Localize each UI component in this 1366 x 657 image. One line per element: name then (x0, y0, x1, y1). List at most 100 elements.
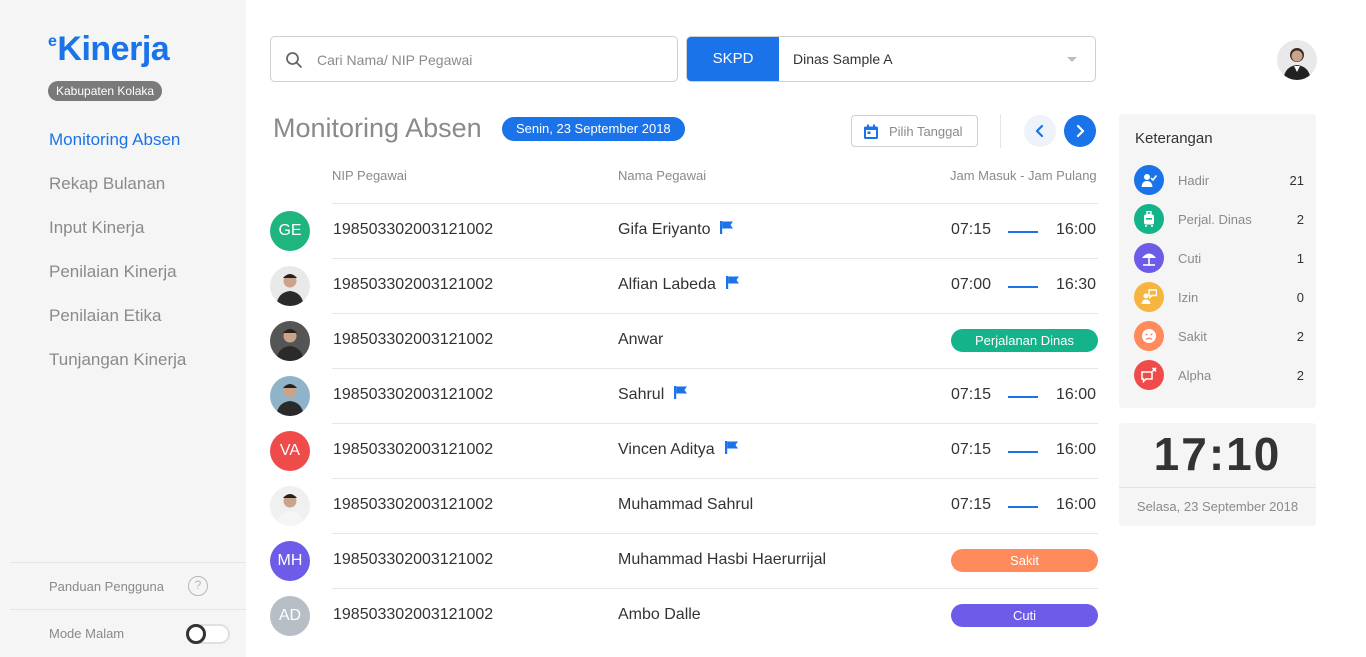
row-divider (332, 368, 1098, 369)
employee-name-cell[interactable]: Vincen Aditya (618, 441, 739, 459)
legend-item[interactable]: Cuti 1 (1134, 243, 1304, 275)
legend-item[interactable]: Perjal. Dinas 2 (1134, 204, 1304, 236)
employee-nip: 198503302003121002 (333, 276, 494, 293)
table-row[interactable]: VA 198503302003121002 Vincen Aditya 07:15 16… (270, 423, 1098, 478)
legend-item[interactable]: Alpha 2 (1134, 360, 1304, 392)
time-in: 07:15 (951, 386, 992, 403)
employee-avatar (270, 376, 310, 416)
help-link[interactable]: Panduan Pengguna ? (10, 562, 246, 609)
employee-avatar: GE (270, 211, 310, 251)
employee-name-cell[interactable]: Sahrul (618, 386, 688, 404)
employee-name-cell[interactable]: Muhammad Hasbi Haerurrijal (618, 551, 826, 569)
legend-label: Sakit (1178, 329, 1207, 344)
legend-count: 1 (1296, 251, 1304, 266)
time-separator (1008, 451, 1038, 453)
employee-avatar (270, 266, 310, 306)
table-row[interactable]: AD 198503302003121002 Ambo Dalle Cuti (270, 588, 1098, 643)
user-avatar[interactable] (1277, 40, 1317, 80)
employee-name: Alfian Labeda (618, 276, 716, 294)
chevron-down-icon (1067, 57, 1077, 62)
clock-panel: 17:10 Selasa, 23 September 2018 (1119, 423, 1316, 526)
flag-icon[interactable] (720, 221, 734, 239)
table-row[interactable]: 198503302003121002 Alfian Labeda 07:00 16:3… (270, 258, 1098, 313)
pick-date-label: Pilih Tanggal (889, 124, 963, 139)
employee-nip: 198503302003121002 (333, 606, 494, 623)
row-divider (332, 588, 1098, 589)
flag-icon[interactable] (725, 276, 740, 294)
table-row[interactable]: 198503302003121002 Anwar Perjalanan Dinas (270, 313, 1098, 368)
pick-date-button[interactable]: Pilih Tanggal (851, 115, 978, 147)
table-row[interactable]: 198503302003121002 Muhammad Sahrul 07:15 16… (270, 478, 1098, 533)
legend-panel: Keterangan Hadir 21 Perjal. Dinas 2 Cuti 1 Izi… (1119, 114, 1316, 408)
clock-time: 17:10 (1153, 428, 1282, 480)
night-mode-row: Mode Malam (10, 609, 246, 656)
employee-nip: 198503302003121002 (333, 551, 494, 568)
legend-item[interactable]: Sakit 2 (1134, 321, 1304, 353)
search-input[interactable] (317, 47, 657, 73)
employee-nip: 198503302003121002 (333, 386, 494, 403)
legend-count: 0 (1296, 290, 1304, 305)
legend-count: 2 (1296, 329, 1304, 344)
legend-label: Alpha (1178, 368, 1212, 383)
employee-name-cell[interactable]: Muhammad Sahrul (618, 496, 753, 514)
time-separator (1008, 286, 1038, 288)
table-row[interactable]: MH 198503302003121002 Muhammad Hasbi Haeru… (270, 533, 1098, 588)
page-title: Monitoring Absen (273, 113, 482, 143)
legend-item[interactable]: Hadir 21 (1134, 165, 1304, 197)
prev-date-button[interactable] (1024, 115, 1056, 147)
legend-count: 2 (1296, 212, 1304, 227)
time-in: 07:15 (951, 496, 992, 513)
employee-name-cell[interactable]: Alfian Labeda (618, 276, 740, 294)
employee-name-cell[interactable]: Gifa Eriyanto (618, 221, 734, 239)
current-date-badge: Senin, 23 September 2018 (502, 117, 685, 141)
column-header-name: Nama Pegawai (618, 168, 707, 183)
flag-icon[interactable] (724, 441, 739, 459)
skpd-select[interactable]: SKPD Dinas Sample A (686, 36, 1096, 82)
luggage-icon (1134, 204, 1164, 234)
legend-item[interactable]: Izin 0 (1134, 282, 1304, 314)
region-badge: Kabupaten Kolaka (48, 81, 163, 101)
night-mode-toggle[interactable] (186, 624, 230, 644)
next-date-button[interactable] (1064, 115, 1096, 147)
row-divider (332, 478, 1098, 479)
row-divider (332, 313, 1098, 314)
sidebar-item-penilaian-kinerja[interactable]: Penilaian Kinerja (49, 261, 186, 305)
legend-label: Perjal. Dinas (1178, 212, 1252, 227)
employee-name: Vincen Aditya (618, 441, 715, 459)
sidebar-item-rekap-bulanan[interactable]: Rekap Bulanan (49, 173, 186, 217)
question-icon[interactable]: ? (188, 576, 208, 596)
time-in: 07:15 (951, 441, 992, 458)
sidebar-nav: Monitoring Absen Rekap Bulanan Input Kin… (49, 129, 186, 393)
time-out: 16:00 (1056, 386, 1097, 403)
employee-nip: 198503302003121002 (333, 441, 494, 458)
sidebar-item-input-kinerja[interactable]: Input Kinerja (49, 217, 186, 261)
employee-avatar: MH (270, 541, 310, 581)
sidebar-item-tunjangan-kinerja[interactable]: Tunjangan Kinerja (49, 349, 186, 393)
logo-wordmark: eKinerja (48, 30, 170, 68)
sidebar: eKinerja Kabupaten Kolaka Monitoring Abs… (0, 0, 246, 657)
user-check-icon (1134, 165, 1164, 195)
table-row[interactable]: GE 198503302003121002 Gifa Eriyanto 07:15 16… (270, 203, 1098, 258)
help-label: Panduan Pengguna (49, 579, 164, 594)
employee-name-cell[interactable]: Anwar (618, 331, 663, 349)
employee-name: Sahrul (618, 386, 665, 404)
chevron-right-icon (1076, 124, 1085, 138)
sidebar-item-penilaian-etika[interactable]: Penilaian Etika (49, 305, 186, 349)
employee-avatar (270, 486, 310, 526)
divider (1000, 114, 1001, 148)
employee-name: Muhammad Sahrul (618, 496, 754, 513)
search-box[interactable] (270, 36, 678, 82)
sidebar-footer: Panduan Pengguna ? Mode Malam (10, 562, 246, 656)
chevron-left-icon (1035, 124, 1044, 138)
employee-name-cell[interactable]: Ambo Dalle (618, 606, 701, 624)
skpd-selected-value: Dinas Sample A (793, 51, 893, 67)
beach-umbrella-icon (1134, 243, 1164, 273)
flag-icon[interactable] (674, 386, 688, 404)
sidebar-item-monitoring-absen[interactable]: Monitoring Absen (49, 129, 186, 173)
employee-name: Ambo Dalle (618, 606, 701, 623)
search-icon (286, 52, 302, 68)
row-divider (332, 533, 1098, 534)
legend-count: 21 (1289, 173, 1304, 188)
time-out: 16:00 (1056, 441, 1097, 458)
table-row[interactable]: 198503302003121002 Sahrul 07:15 16:00 (270, 368, 1098, 423)
